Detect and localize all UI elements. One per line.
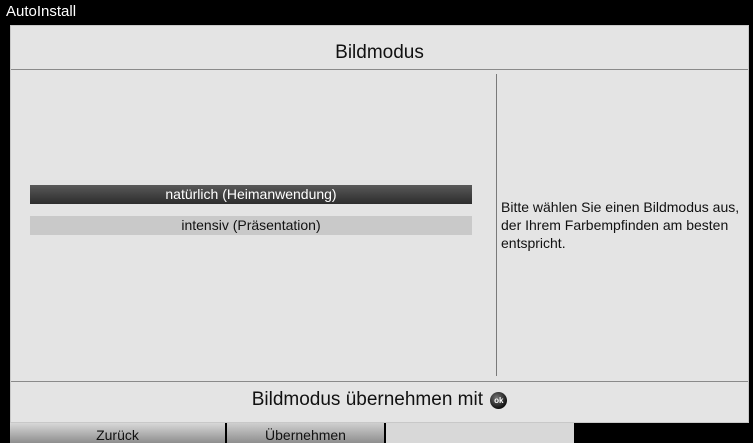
confirm-hint-text: Bildmodus übernehmen mit: [251, 389, 483, 410]
option-natuerlich[interactable]: natürlich (Heimanwendung): [30, 185, 472, 204]
option-intensiv[interactable]: intensiv (Präsentation): [30, 216, 472, 235]
help-text: Bitte wählen Sie einen Bildmodus aus, de…: [501, 199, 740, 251]
softkey-bar: Zurück Übernehmen: [10, 423, 749, 443]
dialog-title: Bildmodus: [335, 42, 424, 63]
title-bar: AutoInstall: [0, 0, 753, 24]
divider-top: [11, 69, 748, 70]
confirm-hint: Bildmodus übernehmen mit ok: [11, 389, 748, 411]
bildmodus-dialog: Bildmodus natürlich (Heimanwendung) inte…: [10, 25, 749, 423]
softkey-blue[interactable]: [576, 423, 749, 443]
softkey-yellow[interactable]: [386, 423, 574, 443]
screen: AutoInstall Bildmodus natürlich (Heimanw…: [0, 0, 753, 443]
divider-vertical: [496, 74, 497, 376]
divider-bottom: [11, 381, 748, 382]
softkey-red-zurueck[interactable]: Zurück: [10, 423, 225, 443]
ok-button-icon: ok: [490, 392, 508, 409]
app-title: AutoInstall: [6, 3, 77, 20]
softkey-green-uebernehmen[interactable]: Übernehmen: [227, 423, 384, 443]
